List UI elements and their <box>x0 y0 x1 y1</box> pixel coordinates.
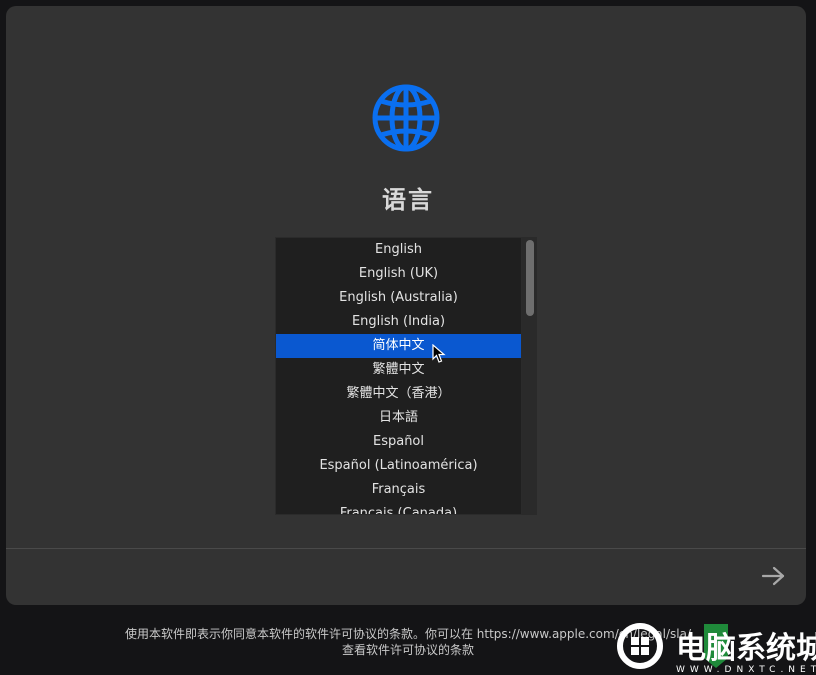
language-option[interactable]: 繁體中文（香港） <box>276 382 521 406</box>
globe-icon <box>372 84 440 152</box>
page-title: 语言 <box>382 186 434 214</box>
watermark-subtext: WWW.DNXTC.NET <box>676 665 816 675</box>
language-option[interactable]: English (UK) <box>276 262 521 286</box>
language-list-scrollbar[interactable] <box>522 237 537 515</box>
language-option[interactable]: Français (Canada) <box>276 502 521 514</box>
mouse-cursor-icon <box>432 344 446 363</box>
language-option[interactable]: English <box>276 238 521 262</box>
language-option[interactable]: 日本語 <box>276 406 521 430</box>
language-option[interactable]: 简体中文 <box>276 334 521 358</box>
arrow-right-icon[interactable] <box>760 565 786 587</box>
language-option[interactable]: Français <box>276 478 521 502</box>
language-option[interactable]: English (Australia) <box>276 286 521 310</box>
scrollbar-thumb[interactable] <box>526 240 534 316</box>
footer-divider <box>6 548 806 549</box>
language-option[interactable]: Español <box>276 430 521 454</box>
watermark-text: 电脑系统城 <box>676 631 816 666</box>
language-option[interactable]: English (India) <box>276 310 521 334</box>
language-option[interactable]: 繁體中文 <box>276 358 521 382</box>
language-list[interactable]: English English (UK) English (Australia) En… <box>275 237 522 515</box>
language-option[interactable]: Español (Latinoamérica) <box>276 454 521 478</box>
watermark-logo: 电脑系统城 WWW.DNXTC.NET <box>617 623 816 675</box>
